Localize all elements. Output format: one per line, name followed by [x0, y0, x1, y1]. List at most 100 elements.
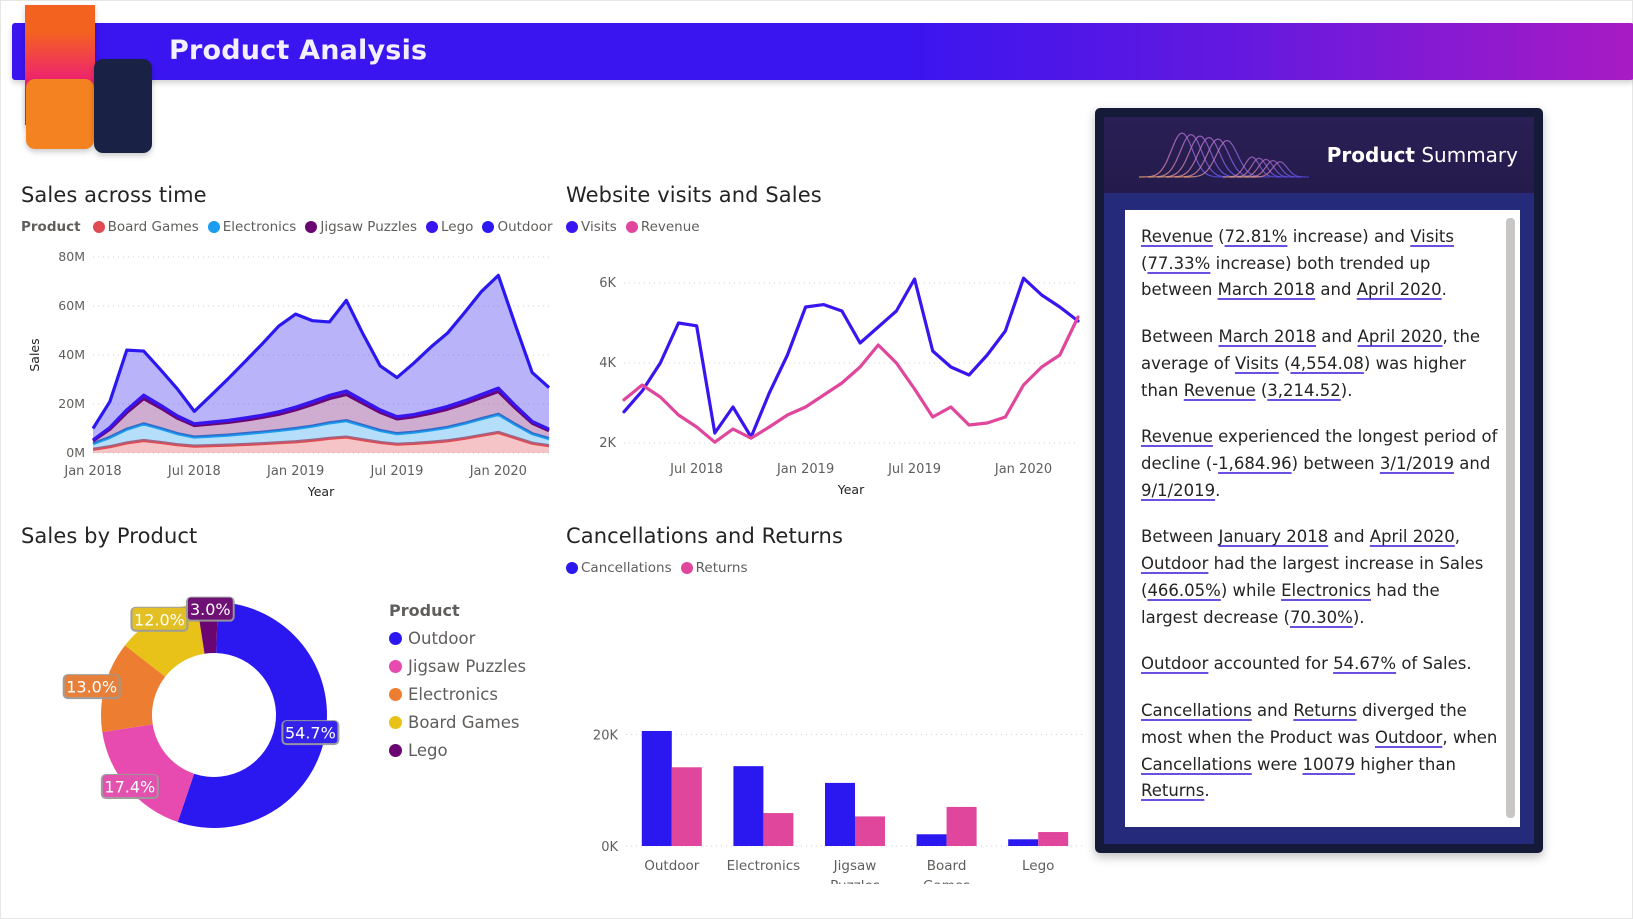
legend-label-visits: Visits: [581, 219, 617, 235]
visual-title-website-visits: Website visits and Sales: [566, 183, 1091, 207]
svg-text:3.0%: 3.0%: [190, 600, 231, 619]
legend-label-lego: Lego: [408, 741, 448, 760]
visual-sales-across-time[interactable]: Sales across time Product Board Games El…: [21, 183, 561, 513]
svg-text:Year: Year: [837, 482, 865, 497]
summary-scrollbar[interactable]: [1506, 218, 1515, 818]
visual-title-sales-by-product: Sales by Product: [21, 524, 561, 548]
summary-paragraph-5: Outdoor accounted for 54.67% of Sales.: [1141, 651, 1498, 678]
svg-text:20K: 20K: [593, 728, 619, 743]
legend-label-cancellations: Cancellations: [581, 560, 672, 576]
svg-text:17.4%: 17.4%: [104, 778, 155, 797]
legend-item-lego[interactable]: Lego: [426, 219, 473, 235]
logo-navy-square: [94, 59, 152, 153]
svg-text:Jigsaw: Jigsaw: [833, 858, 877, 874]
svg-text:4K: 4K: [599, 356, 616, 371]
legend-dot-lego: [426, 221, 438, 233]
legend-dot-revenue: [626, 221, 638, 233]
summary-text-content[interactable]: Revenue (72.81% increase) and Visits (77…: [1125, 210, 1520, 827]
legend-dot-outdoor: [482, 221, 494, 233]
legend-dot-lego: [389, 744, 402, 757]
legend-item-cancellations[interactable]: Cancellations: [566, 560, 672, 576]
legend-dot-jigsaw-puzzles: [389, 660, 402, 673]
summary-paragraph-1: Revenue (72.81% increase) and Visits (77…: [1141, 224, 1498, 304]
svg-text:Jan 2019: Jan 2019: [266, 464, 324, 479]
summary-header: Product Summary: [1104, 117, 1534, 193]
visual-website-visits-and-sales[interactable]: Website visits and Sales Visits Revenue …: [566, 183, 1091, 513]
svg-text:Jul 2018: Jul 2018: [669, 462, 723, 477]
chart-line-website-visits[interactable]: 2K 4K 6K Jul 2018 Jan 2019 Jul 2019 Jan 2020 Ye…: [566, 241, 1091, 501]
svg-text:Jan 2020: Jan 2020: [994, 462, 1052, 477]
legend-item-lego[interactable]: Lego: [389, 741, 526, 760]
svg-text:Lego: Lego: [1022, 858, 1054, 874]
svg-text:Puzzles: Puzzles: [830, 878, 880, 884]
chart-area-sales-across-time[interactable]: 0M20M40M60M80MJan 2018Jul 2018Jan 2019Ju…: [21, 241, 561, 501]
legend-label-outdoor: Outdoor: [408, 629, 475, 648]
legend-label-outdoor: Outdoor: [497, 219, 552, 235]
legend-dot-board-games: [93, 221, 105, 233]
legend-dot-returns: [681, 562, 693, 574]
svg-text:60M: 60M: [58, 298, 85, 313]
product-summary-panel[interactable]: Product Summary Revenue (72.81% increase…: [1095, 108, 1543, 853]
legend-item-jigsaw-puzzles[interactable]: Jigsaw Puzzles: [305, 219, 417, 235]
legend-item-outdoor[interactable]: Outdoor: [482, 219, 552, 235]
legend-item-board-games[interactable]: Board Games: [93, 219, 199, 235]
dashboard-canvas: Product Analysis Sales across time Produ…: [0, 0, 1633, 919]
svg-text:Jul 2019: Jul 2019: [887, 462, 941, 477]
legend-item-board-games[interactable]: Board Games: [389, 713, 526, 732]
visual-title-sales-across-time: Sales across time: [21, 183, 561, 207]
legend-label-jigsaw-puzzles: Jigsaw Puzzles: [408, 657, 526, 676]
legend-sales-by-product[interactable]: Product Outdoor Jigsaw Puzzles Electroni…: [389, 601, 526, 760]
legend-label-returns: Returns: [696, 560, 748, 576]
summary-paragraph-2: Between March 2018 and April 2020, the a…: [1141, 324, 1498, 404]
svg-text:0K: 0K: [601, 840, 618, 855]
legend-label-lego: Lego: [441, 219, 473, 235]
legend-item-returns[interactable]: Returns: [681, 560, 748, 576]
svg-text:Games: Games: [923, 878, 970, 884]
legend-label-board-games: Board Games: [408, 713, 519, 732]
app-logo: [1, 1, 176, 161]
legend-dot-cancellations: [566, 562, 578, 574]
svg-text:2K: 2K: [599, 436, 616, 451]
legend-title-product: Product: [389, 601, 526, 620]
legend-item-electronics[interactable]: Electronics: [208, 219, 297, 235]
svg-text:Jan 2019: Jan 2019: [776, 462, 834, 477]
svg-text:Jan 2018: Jan 2018: [63, 464, 121, 479]
legend-cancellations-returns[interactable]: Cancellations Returns: [566, 560, 1091, 576]
legend-item-electronics[interactable]: Electronics: [389, 685, 526, 704]
summary-title-rest: Summary: [1415, 143, 1518, 167]
visual-cancellations-and-returns[interactable]: Cancellations and Returns Cancellations …: [566, 524, 1091, 854]
svg-text:12.0%: 12.0%: [134, 610, 185, 629]
summary-body: Revenue (72.81% increase) and Visits (77…: [1104, 193, 1534, 844]
legend-label-electronics: Electronics: [223, 219, 297, 235]
summary-paragraph-3: Revenue experienced the longest period o…: [1141, 424, 1498, 504]
svg-text:Jul 2019: Jul 2019: [370, 464, 424, 479]
legend-label-board-games: Board Games: [108, 219, 199, 235]
legend-dot-electronics: [208, 221, 220, 233]
summary-title: Product Summary: [1327, 143, 1518, 167]
svg-text:Jul 2018: Jul 2018: [167, 464, 221, 479]
summary-title-bold: Product: [1327, 143, 1415, 167]
svg-text:80M: 80M: [58, 249, 85, 264]
visual-title-cancellations-returns: Cancellations and Returns: [566, 524, 1091, 548]
chart-bar-cancellations-returns[interactable]: 0K20KOutdoorElectronicsJigsawPuzzlesBoar…: [566, 594, 1091, 884]
svg-text:Year: Year: [307, 484, 335, 499]
page-title: Product Analysis: [169, 35, 427, 66]
svg-text:6K: 6K: [599, 276, 616, 291]
legend-dot-electronics: [389, 688, 402, 701]
legend-item-visits[interactable]: Visits: [566, 219, 617, 235]
legend-dot-outdoor: [389, 632, 402, 645]
svg-text:13.0%: 13.0%: [66, 678, 117, 697]
legend-label-revenue: Revenue: [641, 219, 700, 235]
svg-text:0M: 0M: [66, 445, 85, 460]
legend-item-revenue[interactable]: Revenue: [626, 219, 700, 235]
legend-item-jigsaw-puzzles[interactable]: Jigsaw Puzzles: [389, 657, 526, 676]
legend-website-visits[interactable]: Visits Revenue: [566, 219, 1091, 235]
svg-text:Outdoor: Outdoor: [644, 858, 700, 874]
legend-sales-across-time[interactable]: Product Board Games Electronics Jigsaw P…: [21, 219, 561, 235]
legend-dot-jigsaw-puzzles: [305, 221, 317, 233]
legend-item-outdoor[interactable]: Outdoor: [389, 629, 526, 648]
chart-donut-sales-by-product[interactable]: 54.7%17.4%13.0%12.0%3.0%: [21, 570, 391, 860]
svg-text:Board: Board: [927, 858, 967, 874]
legend-dot-visits: [566, 221, 578, 233]
svg-text:40M: 40M: [58, 347, 85, 362]
